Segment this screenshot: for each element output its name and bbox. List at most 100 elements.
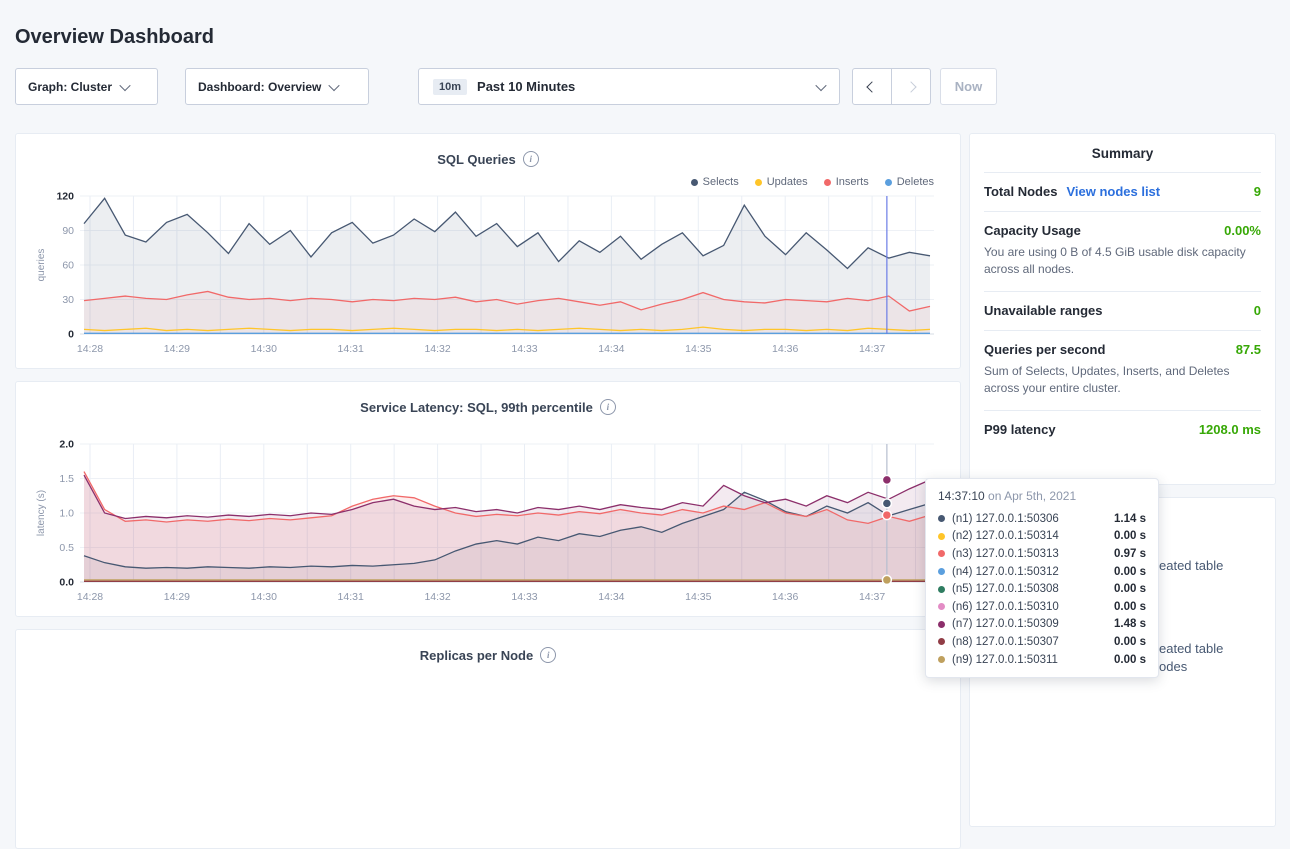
chart-title: Service Latency: SQL, 99th percentile bbox=[360, 400, 593, 415]
tooltip-rows: (n1) 127.0.0.1:503061.14 s (n2) 127.0.0.1… bbox=[938, 510, 1146, 668]
toolbar: Graph: Cluster Dashboard: Overview 10m P… bbox=[15, 68, 1290, 105]
chevron-right-icon bbox=[905, 81, 916, 92]
tooltip-node-value: 0.97 s bbox=[1114, 548, 1146, 560]
summary-label: Queries per second bbox=[984, 342, 1105, 357]
service-latency-chart[interactable]: 0.00.51.01.52.014:2814:2914:3014:3114:32… bbox=[32, 430, 946, 606]
summary-title: Summary bbox=[984, 146, 1261, 173]
time-range-badge: 10m bbox=[433, 79, 467, 95]
tooltip-row: (n1) 127.0.0.1:503061.14 s bbox=[938, 510, 1146, 528]
svg-text:14:32: 14:32 bbox=[424, 591, 450, 603]
tooltip-node-value: 0.00 s bbox=[1114, 583, 1146, 595]
svg-text:90: 90 bbox=[62, 225, 74, 237]
summary-row: Queries per second87.5Sum of Selects, Up… bbox=[984, 331, 1261, 411]
tooltip-row: (n5) 127.0.0.1:503080.00 s bbox=[938, 580, 1146, 598]
time-next-button[interactable] bbox=[891, 68, 931, 105]
tooltip-time: 14:37:10 bbox=[938, 489, 985, 503]
chevron-left-icon bbox=[866, 81, 877, 92]
svg-text:0: 0 bbox=[68, 329, 74, 341]
svg-text:14:37: 14:37 bbox=[859, 343, 885, 355]
time-prev-button[interactable] bbox=[852, 68, 892, 105]
svg-text:120: 120 bbox=[56, 191, 74, 203]
tooltip-row: (n8) 127.0.0.1:503070.00 s bbox=[938, 633, 1146, 651]
time-range-label: Past 10 Minutes bbox=[477, 79, 575, 94]
summary-label: Capacity Usage bbox=[984, 223, 1081, 238]
svg-text:0.0: 0.0 bbox=[59, 577, 74, 589]
tooltip-node-label: (n7) 127.0.0.1:50309 bbox=[952, 618, 1059, 630]
chart-legend: SelectsUpdatesInsertsDeletes bbox=[675, 176, 934, 188]
tooltip-node-label: (n2) 127.0.0.1:50314 bbox=[952, 530, 1059, 542]
event-item-fragment: eated table bbox=[1159, 558, 1223, 573]
page-title: Overview Dashboard bbox=[15, 26, 214, 49]
series-color-dot-icon bbox=[938, 533, 945, 540]
series-color-dot-icon bbox=[938, 586, 945, 593]
chart-hover-tooltip: 14:37:10 on Apr 5th, 2021 (n1) 127.0.0.1… bbox=[925, 478, 1159, 678]
svg-text:14:29: 14:29 bbox=[164, 343, 190, 355]
series-color-dot-icon bbox=[938, 638, 945, 645]
summary-row: P99 latency 1208.0 ms bbox=[984, 411, 1261, 449]
summary-row: Unavailable ranges 0 bbox=[984, 292, 1261, 331]
svg-text:14:30: 14:30 bbox=[251, 343, 277, 355]
summary-panel: Summary Total NodesView nodes list9Capac… bbox=[969, 133, 1276, 485]
tooltip-node-value: 0.00 s bbox=[1114, 566, 1146, 578]
svg-text:60: 60 bbox=[62, 260, 74, 272]
tooltip-row: (n6) 127.0.0.1:50310 0.00 s bbox=[938, 598, 1146, 616]
summary-value: 0 bbox=[1254, 303, 1261, 318]
svg-text:14:34: 14:34 bbox=[598, 343, 624, 355]
legend-item: Selects bbox=[691, 176, 739, 188]
summary-label: Unavailable ranges bbox=[984, 303, 1103, 318]
now-button[interactable]: Now bbox=[940, 68, 997, 105]
tooltip-node-value: 0.00 s bbox=[1114, 636, 1146, 648]
dashboard-dropdown-label: Dashboard: Overview bbox=[198, 80, 321, 94]
tooltip-node-label: (n9) 127.0.0.1:50311 bbox=[952, 654, 1058, 666]
svg-text:14:36: 14:36 bbox=[772, 591, 798, 603]
legend-item: Inserts bbox=[824, 176, 869, 188]
chevron-down-icon bbox=[329, 79, 340, 90]
tooltip-node-label: (n3) 127.0.0.1:50313 bbox=[952, 548, 1059, 560]
series-color-dot-icon bbox=[691, 179, 698, 186]
svg-text:14:35: 14:35 bbox=[685, 343, 711, 355]
svg-text:latency (s): latency (s) bbox=[36, 490, 47, 536]
graph-dropdown[interactable]: Graph: Cluster bbox=[15, 68, 158, 105]
svg-text:14:33: 14:33 bbox=[511, 343, 537, 355]
svg-text:0.5: 0.5 bbox=[59, 542, 74, 554]
tooltip-row: (n7) 127.0.0.1:503091.48 s bbox=[938, 616, 1146, 634]
tooltip-node-label: (n1) 127.0.0.1:50306 bbox=[952, 513, 1059, 525]
dashboard-dropdown[interactable]: Dashboard: Overview bbox=[185, 68, 369, 105]
svg-text:14:37: 14:37 bbox=[859, 591, 885, 603]
time-range-selector[interactable]: 10m Past 10 Minutes bbox=[418, 68, 840, 105]
chart-title: SQL Queries bbox=[437, 152, 516, 167]
info-icon[interactable]: i bbox=[523, 151, 539, 167]
tooltip-node-label: (n6) 127.0.0.1:50310 bbox=[952, 601, 1059, 613]
series-color-dot-icon bbox=[938, 515, 945, 522]
summary-rows: Total NodesView nodes list9Capacity Usag… bbox=[984, 173, 1261, 449]
series-color-dot-icon bbox=[938, 550, 945, 557]
svg-text:14:31: 14:31 bbox=[338, 591, 364, 603]
svg-text:14:35: 14:35 bbox=[685, 591, 711, 603]
svg-text:14:36: 14:36 bbox=[772, 343, 798, 355]
summary-description: You are using 0 B of 4.5 GiB usable disk… bbox=[984, 244, 1261, 279]
summary-value: 87.5 bbox=[1236, 342, 1261, 357]
svg-text:14:31: 14:31 bbox=[338, 343, 364, 355]
svg-text:14:28: 14:28 bbox=[77, 343, 103, 355]
legend-label: Updates bbox=[767, 176, 808, 188]
legend-item: Updates bbox=[755, 176, 808, 188]
view-nodes-list-link[interactable]: View nodes list bbox=[1066, 184, 1160, 199]
svg-text:1.5: 1.5 bbox=[59, 473, 74, 485]
event-item-fragment: eated table bbox=[1159, 641, 1223, 656]
tooltip-node-label: (n4) 127.0.0.1:50312 bbox=[952, 566, 1059, 578]
summary-label: Total Nodes bbox=[984, 184, 1057, 199]
summary-label: P99 latency bbox=[984, 422, 1056, 437]
tooltip-node-value: 0.00 s bbox=[1114, 601, 1146, 613]
svg-text:30: 30 bbox=[62, 294, 74, 306]
svg-text:14:28: 14:28 bbox=[77, 591, 103, 603]
tooltip-node-value: 0.00 s bbox=[1114, 530, 1146, 542]
legend-label: Selects bbox=[703, 176, 739, 188]
graph-dropdown-label: Graph: Cluster bbox=[28, 80, 112, 94]
info-icon[interactable]: i bbox=[540, 647, 556, 663]
replicas-per-node-panel: Replicas per Node i bbox=[15, 629, 961, 849]
info-icon[interactable]: i bbox=[600, 399, 616, 415]
series-color-dot-icon bbox=[938, 621, 945, 628]
summary-value: 1208.0 ms bbox=[1199, 422, 1261, 437]
sql-queries-chart[interactable]: 030609012014:2814:2914:3014:3114:3214:33… bbox=[32, 182, 946, 358]
tooltip-header: 14:37:10 on Apr 5th, 2021 bbox=[938, 489, 1146, 503]
